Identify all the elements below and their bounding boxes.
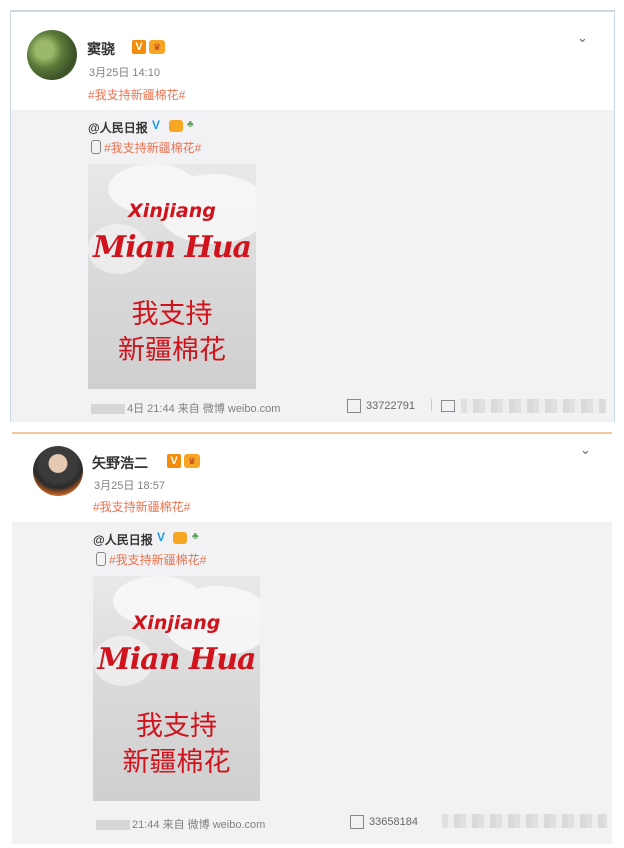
divider [431, 399, 432, 411]
crown-icon [173, 532, 187, 544]
post-time[interactable]: 3月25日 18:57 [94, 477, 165, 493]
repost-card: @人民日报 V ♣ #我支持新疆棉花# Xinjiang Mian Hua 我支… [12, 522, 612, 844]
tree-icon: ♣ [192, 531, 199, 542]
blurred-text [96, 820, 130, 831]
hashtag-link[interactable]: #我支持新疆棉花# [93, 498, 190, 515]
chevron-down-icon[interactable]: ⌄ [577, 30, 588, 46]
verified-badge: V [132, 40, 146, 54]
image-text-xinjiang: Xinjiang [128, 200, 216, 222]
blurred-stats [461, 399, 606, 413]
crown-icon [169, 120, 183, 132]
avatar[interactable] [27, 30, 77, 80]
repost-hashtag-link[interactable]: #我支持新疆棉花# [104, 139, 201, 156]
post-time[interactable]: 3月25日 14:10 [89, 64, 160, 80]
image-text-support: 我支持 [136, 711, 217, 741]
blurred-stats [442, 814, 607, 828]
post-image[interactable]: Xinjiang Mian Hua 我支持 新疆棉花 [93, 576, 260, 801]
verified-badge: V [167, 454, 181, 468]
repost-hashtag-link[interactable]: #我支持新疆棉花# [109, 551, 206, 568]
username[interactable]: 窦骁 [87, 39, 115, 59]
post-image[interactable]: Xinjiang Mian Hua 我支持 新疆棉花 [88, 164, 256, 389]
comment-icon[interactable] [441, 400, 455, 412]
original-author[interactable]: @人民日报 [93, 531, 153, 548]
verified-blue-icon: V [157, 530, 166, 544]
tree-icon: ♣ [187, 119, 194, 130]
mic-icon [91, 140, 101, 154]
hashtag-link[interactable]: #我支持新疆棉花# [88, 86, 185, 103]
original-author[interactable]: @人民日报 [88, 119, 148, 136]
image-text-mianhua: Mian Hua [97, 642, 257, 677]
share-count[interactable]: 33722791 [366, 400, 415, 412]
share-icon[interactable] [350, 815, 364, 829]
repost-footer: 4日 21:44 来自 微博 weibo.com [91, 400, 280, 416]
repost-card: @人民日报 V ♣ #我支持新疆棉花# Xinjiang Mian Hua 我支… [11, 110, 614, 422]
share-icon[interactable] [347, 399, 361, 413]
mic-icon [96, 552, 106, 566]
blurred-text [91, 404, 125, 415]
image-text-xinjiang: Xinjiang [132, 612, 221, 634]
image-text-cotton: 新疆棉花 [118, 335, 226, 365]
crown-icon: ♛ [184, 454, 200, 468]
avatar[interactable] [33, 446, 83, 496]
verified-blue-icon: V [152, 118, 161, 132]
image-text-mianhua: Mian Hua [93, 230, 252, 265]
username[interactable]: 矢野浩二 [92, 453, 148, 473]
weibo-post-2: 矢野浩二 V ♛ 3月25日 18:57 #我支持新疆棉花# ⌄ @人民日报 V… [12, 432, 612, 844]
image-text-support: 我支持 [131, 299, 213, 329]
repost-footer: 21:44 来自 微博 weibo.com [96, 816, 265, 832]
chevron-down-icon[interactable]: ⌄ [580, 442, 591, 458]
image-text-cotton: 新疆棉花 [122, 747, 231, 777]
crown-icon: ♛ [149, 40, 165, 54]
weibo-post-1: 窦骁 V ♛ 3月25日 14:10 #我支持新疆棉花# ⌄ @人民日报 V ♣… [10, 10, 615, 422]
share-count[interactable]: 33658184 [369, 816, 418, 828]
